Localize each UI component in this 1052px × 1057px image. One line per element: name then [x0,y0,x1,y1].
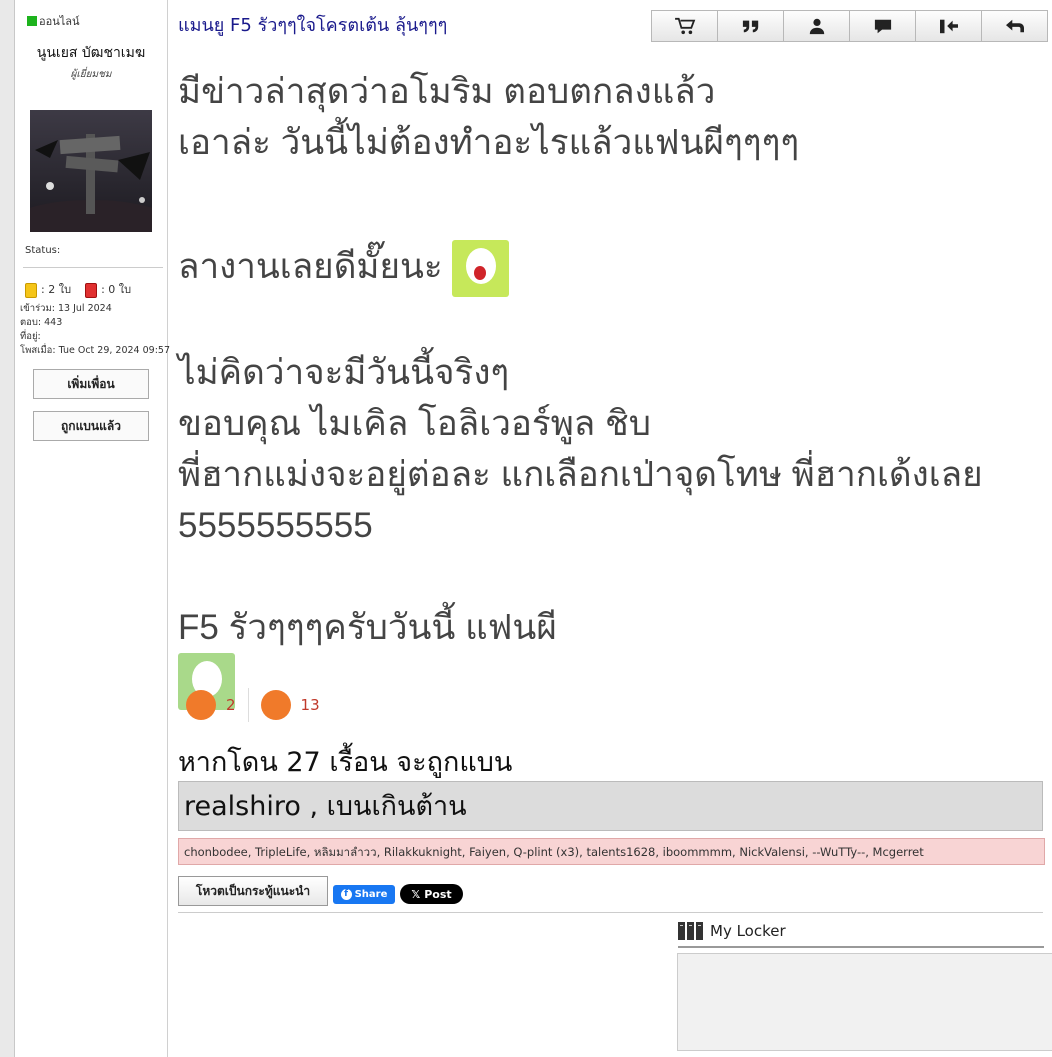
user-icon [809,18,824,35]
topic-title[interactable]: แมนยู F5 รัวๆๆใจโครตเต้น ลุ้นๆๆๆ [178,10,447,39]
reply-button[interactable] [981,10,1048,42]
recommend-vote-button[interactable]: โหวตเป็นกระทู้แนะนำ [178,876,328,906]
reaction-laugh-count: 2 [226,696,236,714]
locker-header: My Locker [678,922,786,940]
cart-button[interactable] [651,10,718,42]
emoticon-laughing-icon [452,240,510,298]
voter-list: chonbodee, TripleLife, หลิมมาลำวว, Rilak… [178,838,1045,865]
joined-date: เข้าร่วม: 13 Jul 2024 [20,303,112,314]
reaction-angry-count: 13 [300,696,320,714]
facebook-icon: f [340,889,352,900]
reaction-angry-icon[interactable] [260,690,291,720]
post-line: 5555555555 [178,506,373,545]
user-sidebar: ออนไลน์ นูนเยส บัฒชาเมฆ ผู้เยี่ยมชม Stat… [15,0,170,1057]
post-line: เอาล่ะ วันนี้ไม่ต้องทำอะไรแล้วแฟนผีๆๆๆๆ [178,123,800,162]
post-line: ไม่คิดว่าจะมีวันนี้จริงๆ [178,353,510,392]
post-line: ขอบคุณ ไมเคิล โอลิเวอร์พูล ชิบ [178,404,651,443]
section-divider [178,912,1043,913]
post-line: พี่ฮากแม่งจะอยู่ต่อละ แกเลือกเป่าจุดโทษ … [178,455,983,494]
locker-icon [678,922,703,940]
location: ที่อยู่: [20,331,41,342]
left-gutter [0,0,15,1057]
move-button[interactable] [915,10,982,42]
message-icon [874,19,891,34]
username[interactable]: นูนเยส บัฒชาเมฆ [15,42,167,64]
cart-icon [674,17,695,35]
reply-icon [1005,19,1024,33]
ban-box: realshiro , เบนเกินต้าน [178,781,1043,831]
online-indicator-icon [27,16,37,26]
sidebar-divider [23,267,163,268]
facebook-share-button[interactable]: f Share [333,885,395,904]
quote-button[interactable] [717,10,784,42]
banned-button[interactable]: ถูกแบนแล้ว [33,411,149,441]
red-card-icon [85,282,98,298]
yellow-card: : 2 ใบ [25,280,71,298]
avatar [30,110,152,232]
locker-box [677,953,1052,1051]
reactions-bar: 2 13 [186,688,320,722]
red-card: : 0 ใบ [85,280,131,298]
locker-title: My Locker [710,922,786,940]
user-rank: ผู้เยี่ยมชม [70,69,112,80]
reply-count: ตอบ: 443 [20,317,63,328]
reaction-laugh-icon[interactable] [186,690,216,720]
move-icon [939,19,958,34]
ban-threshold-text: หากโดน 27 เรื้อน จะถูกแบน [178,747,513,778]
quote-icon [742,20,758,33]
yellow-card-icon [25,282,37,298]
x-post-button[interactable]: 𝕏 Post [400,884,463,904]
message-button[interactable] [849,10,916,42]
add-friend-button[interactable]: เพิ่มเพื่อน [33,369,149,399]
status-label: Status: [25,245,61,256]
post-toolbar [651,10,1048,42]
profile-button[interactable] [783,10,850,42]
user-meta: เข้าร่วม: 13 Jul 2024 ตอบ: 443 ที่อยู่: … [20,302,170,358]
post-line: มีข่าวล่าสุดว่าอโมริม ตอบตกลงแล้ว [178,72,716,111]
posted-time: โพสเมื่อ: Tue Oct 29, 2024 09:57 [20,345,170,356]
post-line: F5 รัวๆๆๆครับวันนี้ แฟนผี [178,608,557,647]
locker-rule [678,946,1044,948]
card-counts: : 2 ใบ : 0 ใบ [25,280,131,298]
x-icon: 𝕏 [411,887,421,901]
online-status: ออนไลน์ [27,12,80,30]
online-label: ออนไลน์ [39,15,80,28]
post-line-with-emoticon: ลางานเลยดีมั๊ยนะ [178,219,983,309]
post-body: มีข่าวล่าสุดว่าอโมริม ตอบตกลงแล้ว เอาล่ะ… [178,66,983,710]
